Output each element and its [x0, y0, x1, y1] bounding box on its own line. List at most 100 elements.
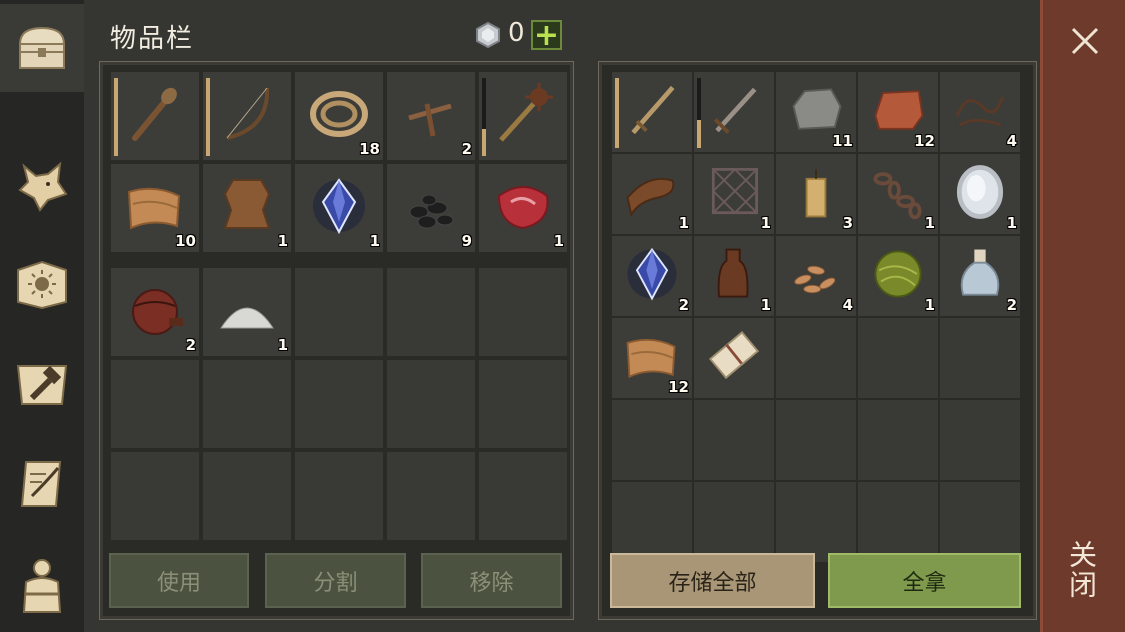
- close-label[interactable]: 关闭: [1065, 540, 1101, 600]
- item-count: 2: [1006, 296, 1017, 314]
- close-icon[interactable]: [1068, 24, 1102, 58]
- nails-icon: [408, 103, 452, 137]
- inventory-slot[interactable]: [203, 72, 291, 160]
- storage-slot[interactable]: 12: [612, 318, 692, 398]
- durability-bar: [206, 78, 210, 156]
- metal-grate-icon: [711, 168, 758, 215]
- wire-icon: [956, 96, 1004, 127]
- storage-slot[interactable]: [776, 400, 856, 480]
- storage-slot[interactable]: 1: [940, 154, 1020, 234]
- store-all-button[interactable]: 存储全部: [610, 553, 815, 608]
- leather-strip-icon: [626, 178, 675, 218]
- storage-slot[interactable]: [694, 318, 774, 398]
- split-button[interactable]: 分割: [265, 553, 406, 608]
- page-title: 物品栏: [110, 24, 195, 54]
- bag-slot[interactable]: 2: [111, 268, 199, 356]
- use-button[interactable]: 使用: [109, 553, 249, 608]
- inventory-slot[interactable]: 10: [111, 164, 199, 252]
- storage-slot[interactable]: [694, 400, 774, 480]
- item-count: 2: [678, 296, 689, 314]
- item-count: 1: [924, 296, 935, 314]
- yarn-ball-icon: [874, 250, 922, 298]
- inventory-slot[interactable]: 18: [295, 72, 383, 160]
- storage-slot[interactable]: 4: [940, 72, 1020, 152]
- tab-crafting[interactable]: [4, 340, 80, 428]
- bag-slot[interactable]: [479, 268, 567, 356]
- inventory-slot[interactable]: [111, 72, 199, 160]
- bag-slot[interactable]: [111, 452, 199, 540]
- gem-currency-icon: [476, 22, 500, 48]
- storage-slot[interactable]: [940, 318, 1020, 398]
- inventory-slot[interactable]: [479, 72, 567, 160]
- crystal-icon: [627, 247, 677, 301]
- storage-slot[interactable]: [694, 72, 774, 152]
- tab-quests[interactable]: [4, 440, 80, 528]
- inventory-slot[interactable]: 9: [387, 164, 475, 252]
- tab-skills[interactable]: [4, 240, 80, 328]
- wolf-head-icon: [18, 161, 68, 212]
- storage-slot[interactable]: [858, 400, 938, 480]
- paper-scroll-icon: [708, 331, 760, 380]
- storage-slot[interactable]: 11: [776, 72, 856, 152]
- take-all-button[interactable]: 全拿: [828, 553, 1021, 608]
- storage-slot[interactable]: 1: [858, 236, 938, 316]
- storage-slot[interactable]: 2: [940, 236, 1020, 316]
- storage-slot[interactable]: 4: [776, 236, 856, 316]
- storage-slot[interactable]: 1: [694, 236, 774, 316]
- tab-pets[interactable]: [4, 140, 80, 228]
- bow-icon: [226, 87, 270, 140]
- rope-icon: [310, 91, 368, 137]
- wooden-club-icon: [132, 87, 177, 141]
- bag-slot[interactable]: [387, 452, 475, 540]
- bag-slot[interactable]: [295, 360, 383, 448]
- remove-button[interactable]: 移除: [421, 553, 562, 608]
- storage-slot[interactable]: [858, 482, 938, 562]
- storage-slot[interactable]: [776, 482, 856, 562]
- bag-slot[interactable]: [387, 360, 475, 448]
- bag-slot[interactable]: [203, 452, 291, 540]
- storage-slot[interactable]: 1: [612, 154, 692, 234]
- tab-inventory[interactable]: [0, 4, 86, 92]
- bag-slot[interactable]: [479, 452, 567, 540]
- inventory-slot[interactable]: 1: [203, 164, 291, 252]
- storage-slot[interactable]: [940, 400, 1020, 480]
- storage-slot[interactable]: 12: [858, 72, 938, 152]
- storage-slot[interactable]: [612, 400, 692, 480]
- inventory-slot[interactable]: 1: [479, 164, 567, 252]
- add-gems-button[interactable]: +: [531, 20, 562, 51]
- mirror-icon: [956, 165, 1004, 219]
- storage-slot[interactable]: 2: [612, 236, 692, 316]
- storage-slot[interactable]: [612, 482, 692, 562]
- inventory-main-grid: 18 2 10 1 1 9 1: [111, 72, 569, 254]
- storage-slot[interactable]: [694, 482, 774, 562]
- tab-character[interactable]: [4, 540, 80, 628]
- item-count: 1: [553, 232, 564, 250]
- bag-slot[interactable]: [203, 360, 291, 448]
- item-count: 2: [461, 140, 472, 158]
- bag-slot[interactable]: [295, 452, 383, 540]
- tab-rail: [0, 0, 86, 632]
- item-count: 2: [185, 336, 196, 354]
- leather-hide-icon: [223, 179, 271, 229]
- spiked-mace-icon: [499, 83, 553, 142]
- bag-slot[interactable]: [295, 268, 383, 356]
- close-bar[interactable]: [1040, 0, 1125, 632]
- storage-slot[interactable]: [776, 318, 856, 398]
- storage-slot[interactable]: 1: [694, 154, 774, 234]
- storage-slot[interactable]: [612, 72, 692, 152]
- storage-slot[interactable]: 3: [776, 154, 856, 234]
- storage-slot[interactable]: [940, 482, 1020, 562]
- cloth-icon: [127, 187, 181, 230]
- bag-slot[interactable]: [479, 360, 567, 448]
- bottle-icon: [717, 248, 749, 298]
- bag-slot[interactable]: [111, 360, 199, 448]
- character-backpack-icon: [22, 559, 62, 613]
- bag-slot[interactable]: [387, 268, 475, 356]
- inventory-slot[interactable]: 2: [387, 72, 475, 160]
- salt-pile-icon: [220, 307, 274, 329]
- storage-slot[interactable]: 1: [858, 154, 938, 234]
- bag-slot[interactable]: 1: [203, 268, 291, 356]
- storage-slot[interactable]: [858, 318, 938, 398]
- raw-meat-icon: [497, 186, 549, 230]
- inventory-slot[interactable]: 1: [295, 164, 383, 252]
